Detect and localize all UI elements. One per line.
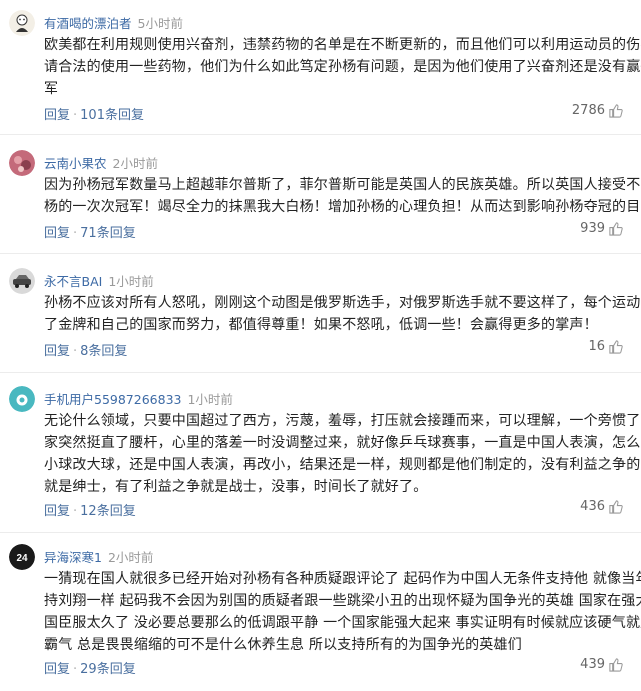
username-text[interactable]: 永不言BAI — [44, 274, 102, 289]
thumbs-up-icon — [608, 499, 623, 514]
thumbs-up-icon — [608, 339, 623, 354]
comment-line: 孙杨不应该对所有人怒吼，刚刚这个动图是俄罗斯选手，对俄罗斯选手就不要这样了，每个… — [44, 295, 641, 311]
comment-line: 因为孙杨冠军数量马上超越菲尔普斯了，菲尔普斯可能是英国人的民族英雄。所以英国人接… — [44, 177, 641, 193]
like-button[interactable]: 436 — [580, 499, 623, 514]
comment-username[interactable]: 云南小果农 2小时前 — [44, 153, 158, 172]
comment-username[interactable]: 永不言BAI 1小时前 — [44, 271, 154, 290]
comment-actions: 回复 · 12条回复 — [44, 504, 136, 519]
thumbs-up-icon — [608, 103, 623, 118]
like-count: 439 — [580, 657, 605, 672]
reply-count-link[interactable]: 101条回复 — [80, 108, 144, 123]
comment-line: 霸气 总是畏畏缩缩的可不是什么休养生息 所以支持所有的为国争光的英雄们 — [44, 637, 522, 653]
like-count: 939 — [580, 221, 605, 236]
reply-button[interactable]: 回复 — [44, 662, 70, 677]
divider — [0, 532, 641, 533]
comment-time: 2小时前 — [112, 156, 158, 171]
like-count: 2786 — [571, 103, 605, 118]
comment-time: 1小时前 — [108, 274, 154, 289]
thumbs-up-icon — [608, 221, 623, 236]
username-text[interactable]: 有酒喝的漂泊者 — [44, 16, 132, 31]
thumbs-up-icon — [608, 657, 623, 672]
avatar-car-icon[interactable] — [9, 268, 35, 294]
username-text[interactable]: 云南小果农 — [44, 156, 107, 171]
reply-button[interactable]: 回复 — [44, 344, 70, 359]
comment-line: 小球改大球，还是中国人表演，再改小，结果还是一样，规则都是他们制定的，没有利益之… — [44, 457, 641, 473]
username-text[interactable]: 异海深寒1 — [44, 550, 102, 565]
comment-time: 2小时前 — [107, 550, 154, 565]
comment-actions: 回复 · 71条回复 — [44, 226, 136, 241]
comment-body: 一猜现在国人就很多已经开始对孙杨有各种质疑跟评论了 起码作为中国人无条件支持他 … — [44, 568, 641, 656]
comment-actions: 回复 · 29条回复 — [44, 662, 136, 677]
like-button[interactable]: 939 — [580, 221, 623, 236]
reply-count-link[interactable]: 71条回复 — [80, 226, 136, 241]
comment-username[interactable]: 有酒喝的漂泊者 5小时前 — [44, 13, 183, 32]
like-button[interactable]: 439 — [580, 657, 623, 672]
reply-button[interactable]: 回复 — [44, 108, 70, 123]
comment-line: 国臣服太久了 没必要总要那么的低调跟平静 一个国家能强大起来 事实证明有时候就应… — [44, 615, 641, 631]
comment-feed: 有酒喝的漂泊者 5小时前 欧美都在利用规则使用兴奋剂，违禁药物的名单是在不断更新的… — [0, 0, 641, 691]
comment-username[interactable]: 手机用户55987266833 1小时前 — [44, 389, 233, 408]
comment-body: 孙杨不应该对所有人怒吼，刚刚这个动图是俄罗斯选手，对俄罗斯选手就不要这样了，每个… — [44, 292, 641, 336]
divider — [0, 134, 641, 135]
comment-line: 请合法的使用一些药物，他们为什么如此笃定孙杨有问题，是因为他们使用了兴奋剂还是没… — [44, 59, 641, 75]
comment-body: 欧美都在利用规则使用兴奋剂，违禁药物的名单是在不断更新的，而且他们可以利用运动员… — [44, 34, 641, 100]
like-count: 436 — [580, 499, 605, 514]
reply-button[interactable]: 回复 — [44, 226, 70, 241]
avatar-jersey-24-icon[interactable]: 24 — [9, 544, 35, 570]
comment-line: 军 — [44, 81, 59, 97]
comment-line: 欧美都在利用规则使用兴奋剂，违禁药物的名单是在不断更新的，而且他们可以利用运动员… — [44, 37, 641, 53]
avatar-cartoon-icon[interactable] — [9, 10, 35, 36]
comment-time: 5小时前 — [137, 16, 183, 31]
comment-actions: 回复 · 8条回复 — [44, 344, 128, 359]
avatar-default-icon[interactable] — [9, 386, 35, 412]
like-button[interactable]: 2786 — [572, 103, 623, 118]
comment-username[interactable]: 异海深寒1 2小时前 — [44, 547, 153, 566]
avatar-jersey-number: 24 — [16, 553, 28, 564]
reply-button[interactable]: 回复 — [44, 504, 70, 519]
comment-line: 杨的一次次冠军！竭尽全力的抹黑我大白杨！增加孙杨的心理负担！从而达到影响孙杨夺冠… — [44, 199, 641, 215]
comment-line: 无论什么领域，只要中国超过了西方，污蔑，羞辱，打压就会接踵而来，可以理解，一个旁… — [44, 413, 641, 429]
comment-actions: 回复 · 101条回复 — [44, 108, 144, 123]
comment-body: 无论什么领域，只要中国超过了西方，污蔑，羞辱，打压就会接踵而来，可以理解，一个旁… — [44, 410, 641, 498]
reply-count-link[interactable]: 12条回复 — [80, 504, 136, 519]
username-text[interactable]: 手机用户55987266833 — [44, 392, 181, 407]
divider — [0, 372, 641, 373]
comment-body: 因为孙杨冠军数量马上超越菲尔普斯了，菲尔普斯可能是英国人的民族英雄。所以英国人接… — [44, 174, 641, 218]
reply-count-link[interactable]: 8条回复 — [80, 344, 127, 359]
like-button[interactable]: 16 — [588, 339, 623, 354]
divider — [0, 253, 641, 254]
avatar-photo-icon[interactable] — [9, 150, 35, 176]
comment-line: 一猜现在国人就很多已经开始对孙杨有各种质疑跟评论了 起码作为中国人无条件支持他 … — [44, 571, 641, 587]
comment-line: 了金牌和自己的国家而努力，都值得尊重！如果不怒吼，低调一些！会赢得更多的掌声！ — [44, 317, 598, 333]
comment-line: 家突然挺直了腰杆，心里的落差一时没调整过来，就好像乒乓球赛事，一直是中国人表演，… — [44, 435, 641, 451]
comment-time: 1小时前 — [187, 392, 233, 407]
comment-line: 持刘翔一样 起码我不会因为别国的质疑者跟一些跳梁小丑的出现怀疑为国争光的英雄 国… — [44, 593, 641, 609]
like-count: 16 — [588, 339, 605, 354]
comment-line: 就是绅士，有了利益之争就是战士，没事，时间长了就好了。 — [44, 479, 428, 495]
reply-count-link[interactable]: 29条回复 — [80, 662, 136, 677]
